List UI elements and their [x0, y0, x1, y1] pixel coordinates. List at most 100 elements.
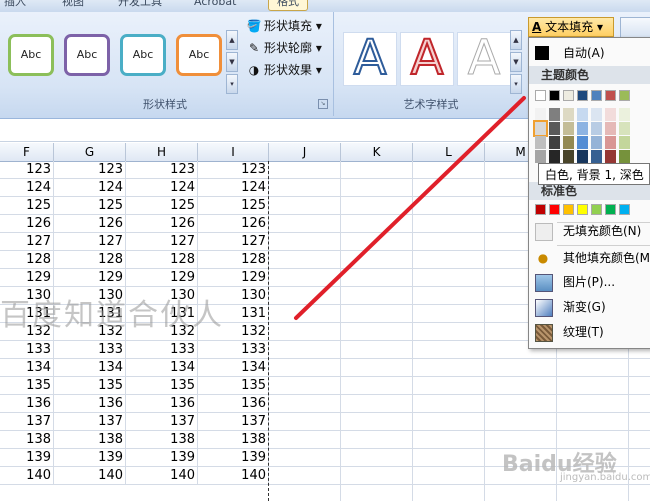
gradient-fill-item[interactable]: 渐变(G) — [529, 296, 650, 318]
theme-shade-swatch[interactable] — [533, 120, 548, 137]
standard-color-swatch[interactable] — [577, 204, 588, 215]
table-cell[interactable]: 136 — [126, 395, 198, 413]
table-cell[interactable]: 135 — [126, 377, 198, 395]
theme-shade-swatch[interactable] — [619, 150, 630, 163]
table-cell[interactable]: 129 — [126, 269, 198, 287]
gallery-more-icon[interactable]: ▾ — [510, 74, 522, 94]
dialog-launcher-icon[interactable]: ↘ — [318, 99, 328, 109]
theme-shade-swatch[interactable] — [591, 136, 602, 149]
table-cell[interactable]: 127 — [198, 233, 269, 251]
table-cell[interactable]: 128 — [54, 251, 126, 269]
table-cell[interactable]: 136 — [0, 395, 54, 413]
table-cell[interactable]: 124 — [126, 179, 198, 197]
wordart-sample[interactable]: A — [343, 32, 397, 86]
table-cell[interactable]: 128 — [126, 251, 198, 269]
table-cell[interactable]: 128 — [198, 251, 269, 269]
ribbon-extra-button[interactable] — [620, 17, 650, 39]
scroll-down-icon[interactable]: ▼ — [226, 52, 238, 72]
theme-shade-swatch[interactable] — [619, 136, 630, 149]
theme-color-swatch[interactable] — [549, 90, 560, 101]
standard-color-swatch[interactable] — [605, 204, 616, 215]
theme-color-swatch[interactable] — [563, 90, 574, 101]
table-cell[interactable]: 137 — [126, 413, 198, 431]
column-header[interactable]: G — [54, 143, 126, 162]
theme-color-swatch[interactable] — [535, 90, 546, 101]
table-cell[interactable]: 138 — [198, 431, 269, 449]
tab-developer[interactable]: 开发工具 — [118, 0, 162, 10]
table-cell[interactable]: 123 — [54, 161, 126, 179]
auto-color-item[interactable]: 自动(A) — [529, 42, 650, 64]
no-fill-item[interactable]: 无填充颜色(N) — [529, 220, 650, 242]
table-cell[interactable]: 139 — [126, 449, 198, 467]
theme-shade-swatch[interactable] — [549, 150, 560, 163]
table-cell[interactable]: 133 — [198, 341, 269, 359]
table-cell[interactable]: 136 — [198, 395, 269, 413]
table-cell[interactable]: 133 — [54, 341, 126, 359]
table-cell[interactable]: 135 — [54, 377, 126, 395]
theme-shade-swatch[interactable] — [563, 136, 574, 149]
table-cell[interactable]: 125 — [0, 197, 54, 215]
shape-style-sample[interactable]: Abc — [120, 34, 166, 76]
tab-acrobat[interactable]: Acrobat — [194, 0, 236, 10]
table-cell[interactable]: 126 — [198, 215, 269, 233]
table-cell[interactable]: 125 — [198, 197, 269, 215]
texture-fill-item[interactable]: 纹理(T) — [529, 321, 650, 343]
wordart-sample[interactable]: A — [457, 32, 511, 86]
table-cell[interactable]: 125 — [54, 197, 126, 215]
table-cell[interactable]: 125 — [126, 197, 198, 215]
theme-shade-swatch[interactable] — [605, 136, 616, 149]
table-cell[interactable]: 134 — [54, 359, 126, 377]
column-header[interactable]: I — [198, 143, 269, 162]
theme-shade-swatch[interactable] — [591, 150, 602, 163]
theme-shade-swatch[interactable] — [549, 136, 560, 149]
picture-fill-item[interactable]: 图片(P)... — [529, 271, 650, 293]
table-cell[interactable]: 126 — [54, 215, 126, 233]
theme-shade-swatch[interactable] — [563, 122, 574, 135]
scroll-up-icon[interactable]: ▲ — [510, 30, 522, 50]
table-cell[interactable]: 133 — [0, 341, 54, 359]
table-cell[interactable]: 127 — [126, 233, 198, 251]
standard-color-swatch[interactable] — [563, 204, 574, 215]
more-fill-colors-item[interactable]: ● 其他填充颜色(M) — [529, 247, 650, 269]
theme-shade-swatch[interactable] — [577, 136, 588, 149]
standard-color-swatch[interactable] — [535, 204, 546, 215]
table-cell[interactable]: 133 — [126, 341, 198, 359]
table-cell[interactable]: 127 — [54, 233, 126, 251]
column-header[interactable]: L — [413, 143, 485, 162]
table-cell[interactable]: 129 — [54, 269, 126, 287]
shape-style-sample[interactable]: Abc — [8, 34, 54, 76]
table-cell[interactable]: 124 — [198, 179, 269, 197]
shape-style-sample[interactable]: Abc — [64, 34, 110, 76]
table-cell[interactable]: 139 — [198, 449, 269, 467]
theme-shade-swatch[interactable] — [563, 108, 574, 121]
wordart-sample[interactable]: A — [400, 32, 454, 86]
table-cell[interactable]: 134 — [0, 359, 54, 377]
table-cell[interactable]: 123 — [198, 161, 269, 179]
table-cell[interactable]: 123 — [0, 161, 54, 179]
theme-shade-swatch[interactable] — [535, 136, 546, 149]
column-header[interactable]: J — [269, 143, 341, 162]
table-cell[interactable]: 129 — [198, 269, 269, 287]
table-cell[interactable]: 138 — [126, 431, 198, 449]
table-cell[interactable]: 134 — [126, 359, 198, 377]
table-cell[interactable]: 136 — [54, 395, 126, 413]
standard-color-swatch[interactable] — [619, 204, 630, 215]
table-cell[interactable]: 129 — [0, 269, 54, 287]
theme-color-swatch[interactable] — [605, 90, 616, 101]
shape-effect-button[interactable]: ◑ 形状效果 ▾ — [246, 61, 322, 79]
table-cell[interactable]: 138 — [0, 431, 54, 449]
table-cell[interactable]: 124 — [0, 179, 54, 197]
column-header[interactable]: F — [0, 143, 54, 162]
scroll-up-icon[interactable]: ▲ — [226, 30, 238, 50]
table-cell[interactable]: 127 — [0, 233, 54, 251]
table-cell[interactable]: 134 — [198, 359, 269, 377]
shape-style-sample[interactable]: Abc — [176, 34, 222, 76]
wordart-gallery-scroll[interactable]: ▲ ▼ ▾ — [510, 30, 522, 94]
table-cell[interactable]: 137 — [0, 413, 54, 431]
table-cell[interactable]: 139 — [0, 449, 54, 467]
table-cell[interactable]: 139 — [54, 449, 126, 467]
tab-insert[interactable]: 插入 — [4, 0, 26, 10]
theme-shade-swatch[interactable] — [549, 122, 560, 135]
table-cell[interactable]: 138 — [54, 431, 126, 449]
table-cell[interactable]: 140 — [198, 467, 269, 485]
